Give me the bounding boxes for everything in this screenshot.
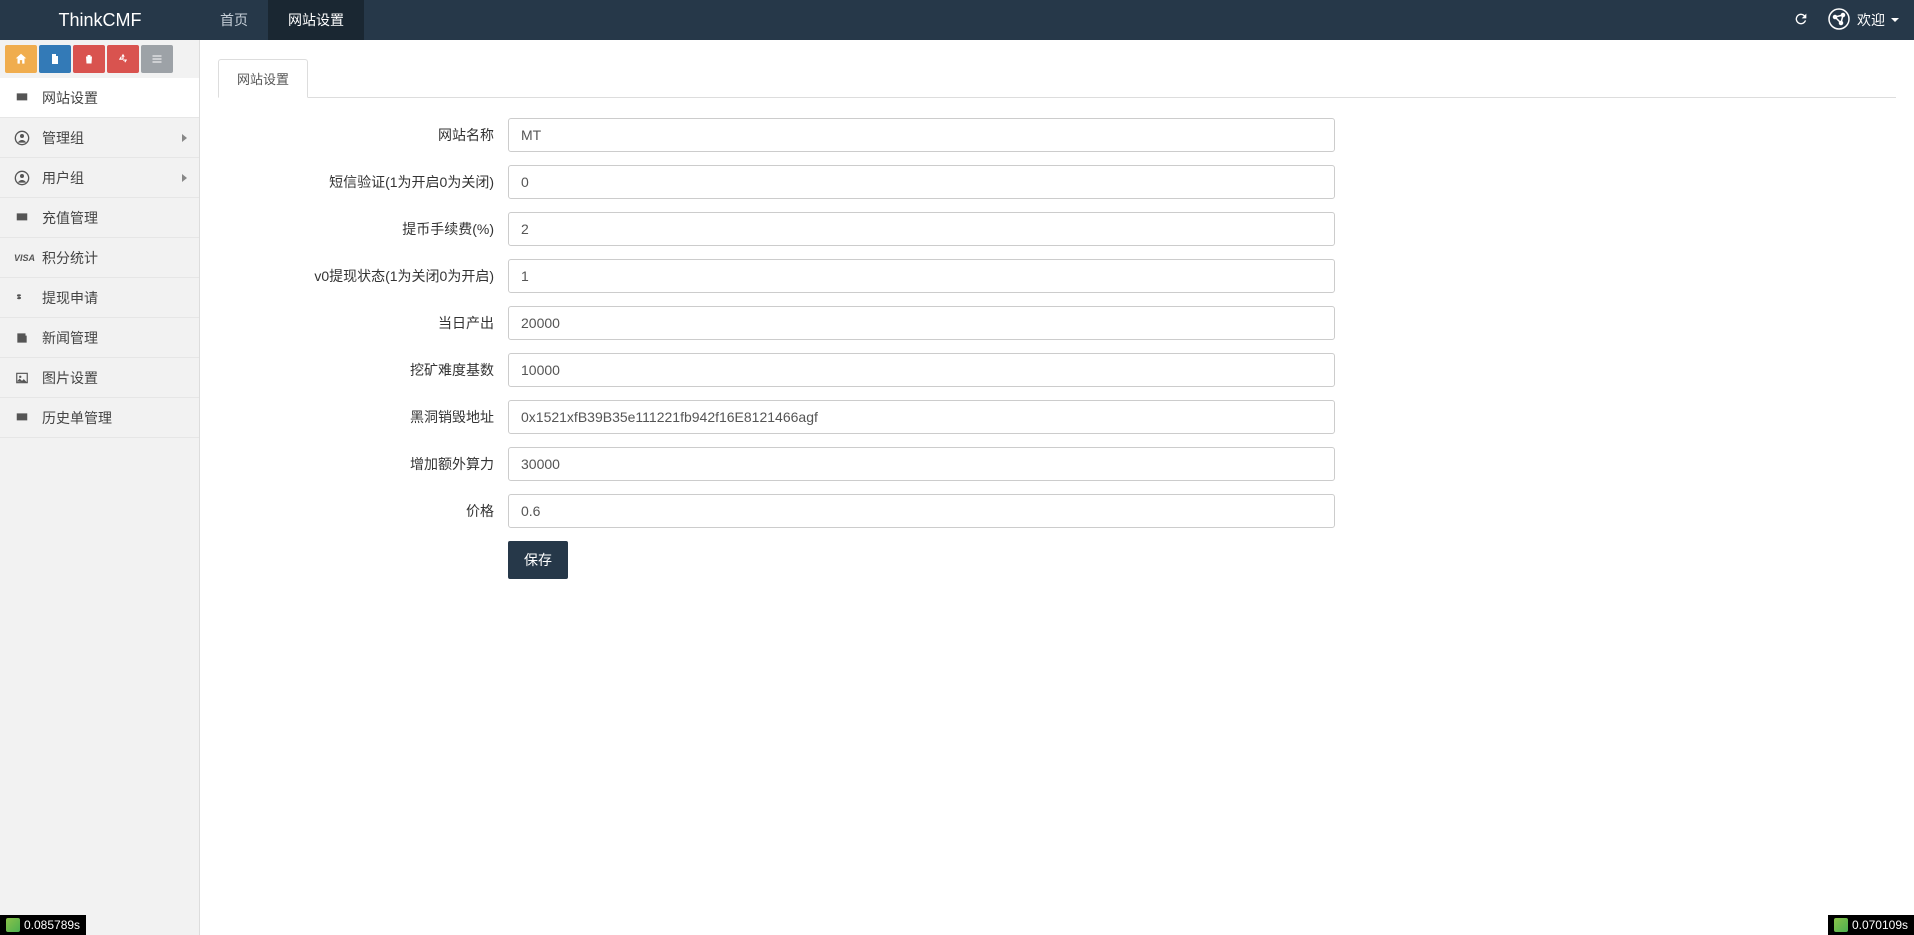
input-daily-output[interactable]: [508, 306, 1335, 340]
monitor-icon: [14, 211, 32, 225]
input-extra-hashrate[interactable]: [508, 447, 1335, 481]
toolbar-home-button[interactable]: [5, 45, 37, 73]
sidebar-item-label: 提现申请: [42, 288, 98, 308]
toolbar-list-button[interactable]: [141, 45, 173, 73]
sidebar-toolbar: [0, 40, 199, 78]
input-burn-address[interactable]: [508, 400, 1335, 434]
sidebar-item-label: 网站设置: [42, 88, 98, 108]
sidebar-item-news[interactable]: 新闻管理: [0, 318, 199, 358]
input-mining-difficulty[interactable]: [508, 353, 1335, 387]
input-price[interactable]: [508, 494, 1335, 528]
sidebar-item-withdraw[interactable]: 提现申请: [0, 278, 199, 318]
sidebar-item-recharge[interactable]: 充值管理: [0, 198, 199, 238]
content-tab-settings[interactable]: 网站设置: [218, 59, 308, 98]
debug-timer-right[interactable]: 0.070109s: [1828, 915, 1914, 935]
settings-form: 网站名称 短信验证(1为开启0为关闭) 提币手续费(%) v0提现状态(1为关闭…: [218, 118, 1896, 579]
input-withdraw-fee[interactable]: [508, 212, 1335, 246]
user-circle-icon: [14, 170, 32, 186]
chevron-down-icon: [1891, 18, 1899, 22]
tab-home[interactable]: 首页: [200, 0, 268, 40]
label-sms-verify: 短信验证(1为开启0为关闭): [218, 172, 508, 192]
sidebar-item-image[interactable]: 图片设置: [0, 358, 199, 398]
content-area: 网站设置 网站名称 短信验证(1为开启0为关闭) 提币手续费(%) v0提现状态…: [200, 40, 1914, 935]
monitor-icon: [14, 411, 32, 425]
sidebar-item-label: 积分统计: [42, 248, 98, 268]
label-v0-withdraw-status: v0提现状态(1为关闭0为开启): [218, 266, 508, 286]
navbar: ThinkCMF 首页 网站设置 欢迎: [0, 0, 1914, 40]
toolbar-recycle-button[interactable]: [107, 45, 139, 73]
user-circle-icon: [14, 130, 32, 146]
input-sms-verify[interactable]: [508, 165, 1335, 199]
sidebar-menu: 网站设置 管理组 用户组 充值管理 VISA 积分统计: [0, 78, 199, 438]
flame-icon: [1834, 918, 1848, 932]
tab-site-settings[interactable]: 网站设置: [268, 0, 364, 40]
input-site-name[interactable]: [508, 118, 1335, 152]
user-label: 欢迎: [1857, 10, 1885, 30]
label-burn-address: 黑洞销毁地址: [218, 407, 508, 427]
user-menu[interactable]: 欢迎: [1827, 7, 1899, 34]
news-icon: [14, 331, 32, 345]
image-icon: [14, 371, 32, 385]
navbar-tabs: 首页 网站设置: [200, 0, 364, 40]
dollar-icon: [14, 290, 32, 306]
share-icon: [1827, 7, 1851, 34]
debug-timer-value: 0.085789s: [24, 918, 80, 932]
chevron-right-icon: [182, 134, 187, 142]
sidebar-item-admin-group[interactable]: 管理组: [0, 118, 199, 158]
sidebar-item-label: 新闻管理: [42, 328, 98, 348]
label-price: 价格: [218, 501, 508, 521]
sidebar-item-user-group[interactable]: 用户组: [0, 158, 199, 198]
refresh-icon[interactable]: [1793, 11, 1809, 30]
flame-icon: [6, 918, 20, 932]
chevron-right-icon: [182, 174, 187, 182]
monitor-icon: [14, 91, 32, 105]
label-extra-hashrate: 增加额外算力: [218, 454, 508, 474]
input-v0-withdraw-status[interactable]: [508, 259, 1335, 293]
sidebar-item-points[interactable]: VISA 积分统计: [0, 238, 199, 278]
brand: ThinkCMF: [0, 0, 200, 40]
sidebar-item-label: 管理组: [42, 128, 84, 148]
sidebar-item-label: 用户组: [42, 168, 84, 188]
sidebar-item-label: 历史单管理: [42, 408, 112, 428]
visa-icon: VISA: [14, 253, 32, 263]
label-daily-output: 当日产出: [218, 313, 508, 333]
debug-timer-value: 0.070109s: [1852, 918, 1908, 932]
sidebar: 网站设置 管理组 用户组 充值管理 VISA 积分统计: [0, 40, 200, 935]
label-withdraw-fee: 提币手续费(%): [218, 219, 508, 239]
label-mining-difficulty: 挖矿难度基数: [218, 360, 508, 380]
debug-timer-left[interactable]: 0.085789s: [0, 915, 86, 935]
sidebar-item-history[interactable]: 历史单管理: [0, 398, 199, 438]
sidebar-item-site-settings[interactable]: 网站设置: [0, 78, 199, 118]
label-site-name: 网站名称: [218, 125, 508, 145]
toolbar-file-button[interactable]: [39, 45, 71, 73]
sidebar-item-label: 图片设置: [42, 368, 98, 388]
toolbar-trash-button[interactable]: [73, 45, 105, 73]
content-tabs: 网站设置: [218, 58, 1896, 98]
sidebar-item-label: 充值管理: [42, 208, 98, 228]
save-button[interactable]: 保存: [508, 541, 568, 579]
